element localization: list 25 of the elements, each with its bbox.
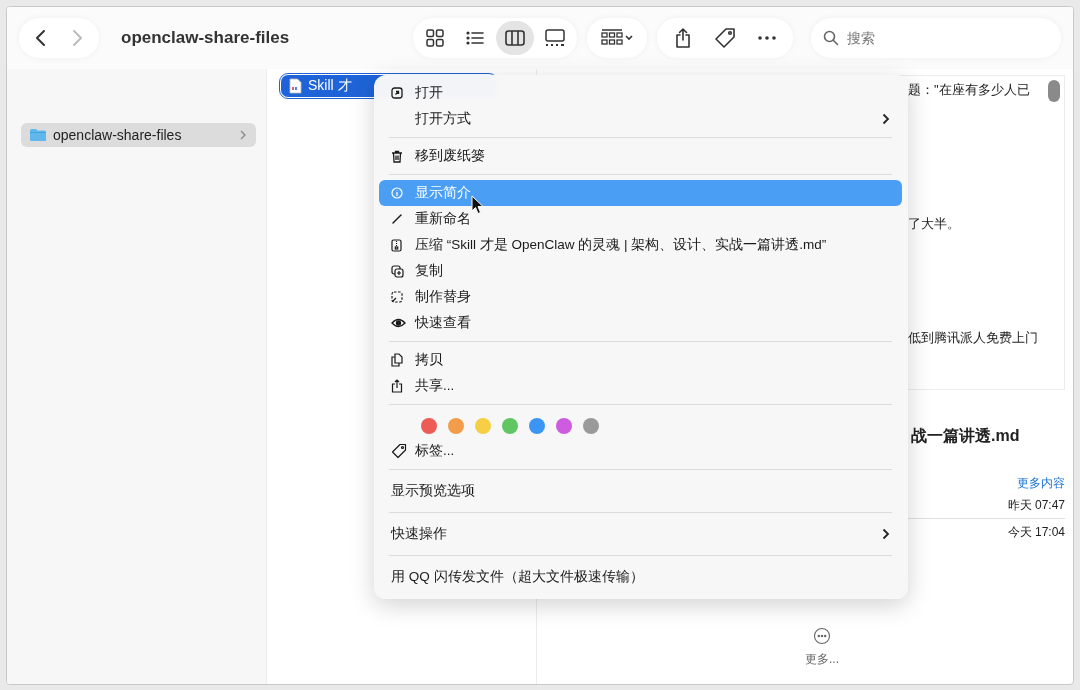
window-title: openclaw-share-files: [121, 28, 290, 48]
menu-item[interactable]: 移到废纸篓: [379, 143, 902, 169]
menu-item[interactable]: 压缩 “Skill 才是 OpenClaw 的灵魂 | 架构、设计、实战一篇讲透.md”: [379, 232, 902, 258]
more-button[interactable]: 更多...: [805, 627, 839, 668]
search-field[interactable]: 搜索: [811, 18, 1061, 58]
menu-item[interactable]: 重新命名: [379, 206, 902, 232]
menu-item[interactable]: 显示预览选项: [379, 475, 902, 507]
menu-item[interactable]: 打开方式: [379, 106, 902, 132]
folder-item[interactable]: openclaw-share-files: [21, 123, 256, 147]
menu-item[interactable]: 标签...: [379, 438, 902, 464]
menu-item[interactable]: 用 QQ 闪传发文件（超大文件极速传输）: [379, 561, 902, 593]
menu-item[interactable]: 快速操作: [379, 518, 902, 550]
menu-item[interactable]: 共享...: [379, 373, 902, 399]
preview-text: 题："在座有多少人已: [908, 81, 1031, 99]
file-title: 战一篇讲透.md: [910, 426, 1021, 446]
date-value: 今天 17:04: [1007, 523, 1065, 541]
menu-item[interactable]: 制作替身: [379, 284, 902, 310]
more-content-link[interactable]: 更多内容: [1017, 475, 1065, 492]
menu-item[interactable]: 复制: [379, 258, 902, 284]
date-value: 昨天 07:47: [1007, 496, 1065, 514]
menu-item[interactable]: 拷贝: [379, 347, 902, 373]
menu-item[interactable]: 打开: [379, 80, 902, 106]
menu-item[interactable]: 快速查看: [379, 310, 902, 336]
preview-text: 低到腾讯派人免费上门: [908, 329, 1039, 347]
preview-text: 了大半。: [908, 215, 961, 233]
